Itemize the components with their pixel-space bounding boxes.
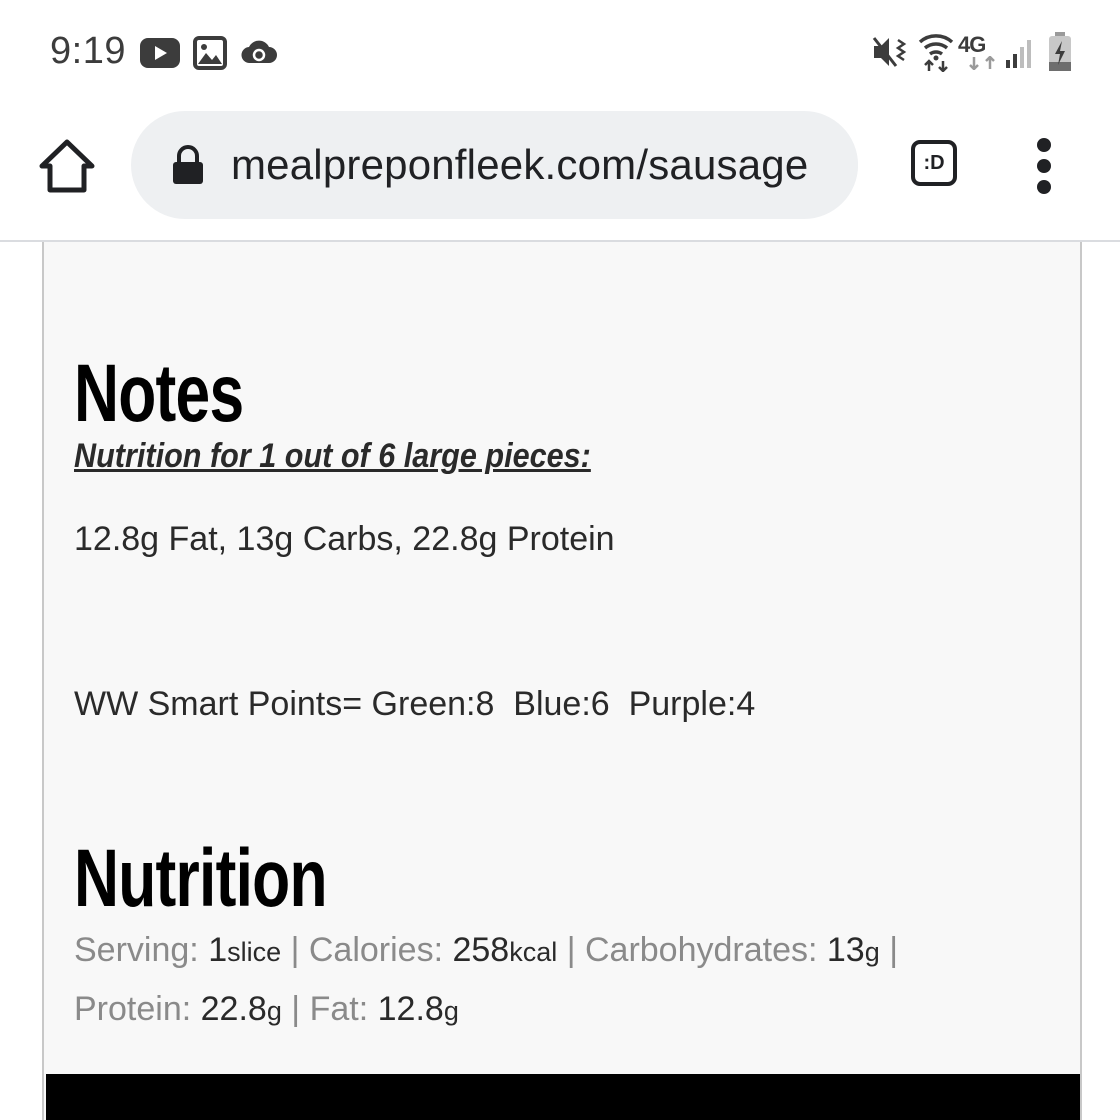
serving-label: Serving:: [74, 931, 209, 969]
lock-icon: [173, 145, 203, 184]
status-bar: 9:19 4G: [0, 0, 1120, 100]
separator: |: [889, 931, 899, 969]
nutrition-heading: Nutrition: [74, 833, 328, 924]
separator: |: [291, 990, 301, 1028]
carbs-value: 13: [826, 931, 865, 969]
protein-value: 22.8: [200, 990, 267, 1028]
notes-heading: Notes: [74, 348, 244, 439]
nutrition-summary: Serving: 1slice | Calories: 258kcal | Ca…: [74, 922, 1034, 1040]
status-time: 9:19: [50, 30, 126, 72]
mute-vibrate-icon: [872, 37, 907, 67]
notes-subtitle: Nutrition for 1 out of 6 large pieces:: [74, 437, 591, 475]
serving-value: 1: [208, 931, 228, 969]
ww-points-value: WW Smart Points= Green:8 Blue:6 Purple:4: [74, 685, 756, 723]
fat-value: 12.8: [377, 990, 444, 1028]
carbs-label: Carbohydrates:: [584, 931, 827, 969]
protein-label: Protein:: [74, 990, 201, 1028]
tab-switcher-button[interactable]: :D: [911, 140, 957, 186]
wifi-icon: [918, 34, 954, 72]
youtube-icon: [140, 38, 180, 68]
calories-label: Calories:: [308, 931, 453, 969]
fat-label: Fat:: [309, 990, 378, 1028]
separator: |: [290, 931, 300, 969]
4g-lte-icon: 4G: [958, 32, 1002, 72]
cloud-sync-icon: [241, 40, 277, 64]
serving-unit: slice: [227, 937, 282, 967]
notes-macros-text: 12.8g Fat, 13g Carbs, 22.8g Protein: [74, 520, 615, 558]
address-bar[interactable]: mealpreponfleek.com/sausage: [131, 111, 858, 219]
signal-icon: [1006, 40, 1031, 68]
battery-charging-icon: [1049, 32, 1071, 71]
recipe-card: Notes Nutrition for 1 out of 6 large pie…: [42, 242, 1082, 1120]
url-fade: [818, 111, 858, 219]
fat-unit: g: [443, 996, 459, 1026]
network-type-label: 4G: [958, 32, 986, 57]
overflow-menu-icon[interactable]: [1030, 138, 1060, 194]
separator: |: [566, 931, 576, 969]
browser-toolbar: mealpreponfleek.com/sausage :D: [0, 100, 1120, 242]
calories-unit: kcal: [509, 937, 558, 967]
web-page-content: Notes Nutrition for 1 out of 6 large pie…: [0, 242, 1120, 1120]
carbs-unit: g: [864, 937, 880, 967]
black-banner: [46, 1074, 1080, 1120]
home-icon[interactable]: [36, 136, 98, 198]
calories-value: 258: [452, 931, 510, 969]
url-text[interactable]: mealpreponfleek.com/sausage: [231, 141, 808, 189]
protein-unit: g: [266, 996, 282, 1026]
gallery-icon: [193, 36, 227, 70]
ww-smart-points-text: WW Smart Points= Green:8 Blue:6 Purple:4: [74, 685, 755, 724]
